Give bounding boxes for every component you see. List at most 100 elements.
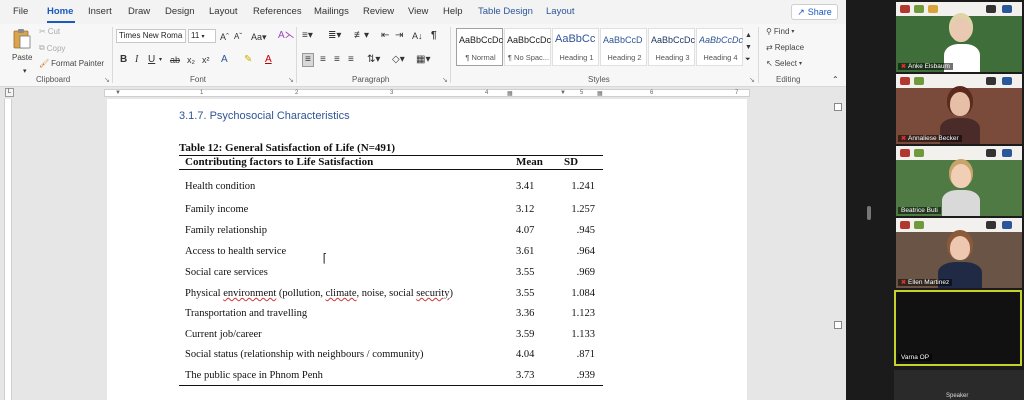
logo-icon <box>1002 221 1012 229</box>
logo-banner <box>896 2 1022 16</box>
style-heading-3[interactable]: AaBbCcDc Heading 3 <box>648 28 695 66</box>
cut-button[interactable]: ✂ Cut <box>39 27 60 36</box>
grow-font-icon[interactable]: Aˆ <box>220 31 229 43</box>
scrollbar-thumb[interactable] <box>834 321 842 329</box>
align-left-icon[interactable]: ≡ <box>302 53 314 67</box>
justify-icon[interactable]: ≡ <box>348 54 354 66</box>
share-icon: ↗ <box>797 6 805 17</box>
underline-dropdown-icon[interactable]: ▾ <box>159 54 162 66</box>
subscript-icon[interactable]: x₂ <box>187 54 195 66</box>
clear-format-icon[interactable]: A⋋ <box>278 30 295 42</box>
multilevel-list-icon[interactable]: ≢▾ <box>354 30 369 42</box>
font-color-icon[interactable]: A <box>265 54 272 66</box>
document-page[interactable]: 3.1.7. Psychosocial Characteristics Tabl… <box>107 99 747 400</box>
align-center-icon[interactable]: ≡ <box>320 54 326 66</box>
styles-scroll-up-icon[interactable]: ▲ <box>745 30 752 42</box>
spelling-flag[interactable]: security <box>416 288 449 299</box>
tab-review[interactable]: Review <box>363 6 394 17</box>
tab-table-design[interactable]: Table Design <box>478 6 533 17</box>
replace-button[interactable]: ⇄ Replace <box>766 43 804 52</box>
align-right-icon[interactable]: ≡ <box>334 54 340 66</box>
ruler-marker-icon[interactable]: ▼ <box>560 90 566 96</box>
participant-tile[interactable]: ✖ Ellen Martinez <box>896 218 1022 288</box>
spelling-flag[interactable]: climate <box>326 288 357 299</box>
tab-design[interactable]: Design <box>165 6 195 17</box>
borders-icon[interactable]: ▦▾ <box>416 54 430 66</box>
style-normal[interactable]: AaBbCcDc ¶ Normal <box>456 28 503 66</box>
tab-view[interactable]: View <box>408 6 428 17</box>
font-name-combo[interactable]: Times New Roma <box>116 29 186 43</box>
style-no-spacing[interactable]: AaBbCcDc ¶ No Spac... <box>504 28 551 66</box>
collapse-ribbon-icon[interactable]: ⌃ <box>832 74 839 86</box>
format-painter-button[interactable]: 🖌 Format Painter <box>39 59 104 68</box>
tab-mailings[interactable]: Mailings <box>314 6 349 17</box>
row-mean: 3.59 <box>516 329 535 340</box>
style-heading-1[interactable]: AaBbCc Heading 1 <box>552 28 599 66</box>
participant-tile-active[interactable]: Varna OP <box>894 290 1022 366</box>
tab-insert[interactable]: Insert <box>88 6 112 17</box>
tab-selector[interactable]: L <box>5 88 14 97</box>
paste-button[interactable]: Paste <box>12 53 32 62</box>
change-case-icon[interactable]: Aa▾ <box>251 31 267 43</box>
underline-icon[interactable]: U <box>148 54 155 66</box>
copy-button[interactable]: ⧉ Copy <box>39 43 65 53</box>
ruler-track[interactable]: ▼ 1 2 3 4 ▦ ▼ 5 ▦ 6 7 <box>104 89 750 97</box>
numbering-icon[interactable]: ≣▾ <box>328 30 341 42</box>
sort-icon[interactable]: A↓ <box>412 30 423 42</box>
vertical-scrollbar[interactable] <box>830 99 846 400</box>
line-spacing-icon[interactable]: ⇅▾ <box>367 54 380 66</box>
row-sd: .964 <box>576 246 595 257</box>
resize-handle[interactable] <box>867 206 871 220</box>
paste-dropdown-icon[interactable]: ▾ <box>23 66 27 78</box>
shrink-font-icon[interactable]: Aˇ <box>234 31 242 43</box>
tab-references[interactable]: References <box>253 6 302 17</box>
spelling-flag[interactable]: environment <box>223 288 276 299</box>
share-button[interactable]: ↗ Share <box>791 4 838 20</box>
tab-help[interactable]: Help <box>443 6 463 17</box>
paragraph-dialog-launcher[interactable]: ↘ <box>442 76 448 84</box>
font-dialog-launcher[interactable]: ↘ <box>288 76 294 84</box>
paste-icon[interactable] <box>12 28 32 50</box>
participant-tile[interactable]: ✖ Annaliese Becker <box>896 74 1022 144</box>
text-effects-icon[interactable]: A <box>221 54 228 66</box>
brush-icon: 🖌 <box>39 59 50 68</box>
shading-icon[interactable]: ◇▾ <box>392 54 405 66</box>
decrease-indent-icon[interactable]: ⇤ <box>381 30 389 42</box>
clipboard-dialog-launcher[interactable]: ↘ <box>104 76 110 84</box>
tab-table-layout[interactable]: Layout <box>546 6 575 17</box>
select-button[interactable]: ↖ Select ▾ <box>766 59 802 68</box>
highlighter-icon[interactable]: ✎ <box>244 54 252 66</box>
participant-tile[interactable]: ✖ Anke Elsbaum <box>896 2 1022 72</box>
tab-layout[interactable]: Layout <box>209 6 238 17</box>
style-heading-4[interactable]: AaBbCcDc Heading 4 <box>696 28 743 66</box>
increase-indent-icon[interactable]: ⇥ <box>395 30 403 42</box>
find-button[interactable]: ⚲ Find ▾ <box>766 27 794 36</box>
column-marker-icon[interactable]: ▦ <box>597 90 603 97</box>
style-heading-2[interactable]: AaBbCcD Heading 2 <box>600 28 647 66</box>
ruler-marker-icon[interactable]: ▼ <box>115 90 121 96</box>
strikethrough-icon[interactable]: ab <box>170 54 180 66</box>
participant-name-text: Ellen Martinez <box>908 279 950 286</box>
show-formatting-icon[interactable]: ¶ <box>431 30 437 42</box>
styles-more-icon[interactable]: ⏷ <box>745 54 751 66</box>
column-marker-icon[interactable]: ▦ <box>507 90 513 97</box>
bold-icon[interactable]: B <box>120 54 127 66</box>
ruler-number: 6 <box>650 90 654 96</box>
person-icon <box>950 92 970 116</box>
italic-icon[interactable]: I <box>135 54 138 66</box>
styles-scroll-down-icon[interactable]: ▼ <box>745 42 752 54</box>
text-run: ) <box>449 288 454 299</box>
tab-file[interactable]: File <box>13 6 28 17</box>
font-size-combo[interactable]: 11 ▾ <box>188 29 216 43</box>
logo-icon <box>986 5 996 13</box>
tab-home[interactable]: Home <box>47 6 73 17</box>
scrollbar-top-box[interactable] <box>834 103 842 111</box>
vertical-ruler-track[interactable] <box>4 99 12 400</box>
bullets-icon[interactable]: ≡▾ <box>302 30 313 42</box>
superscript-icon[interactable]: x² <box>202 54 210 66</box>
tab-draw[interactable]: Draw <box>128 6 150 17</box>
participant-tile[interactable]: Beatrice Buti <box>896 146 1022 216</box>
styles-dialog-launcher[interactable]: ↘ <box>749 76 755 84</box>
participant-name-text: Varna OP <box>901 354 930 361</box>
ruler-number: 4 <box>485 90 489 96</box>
